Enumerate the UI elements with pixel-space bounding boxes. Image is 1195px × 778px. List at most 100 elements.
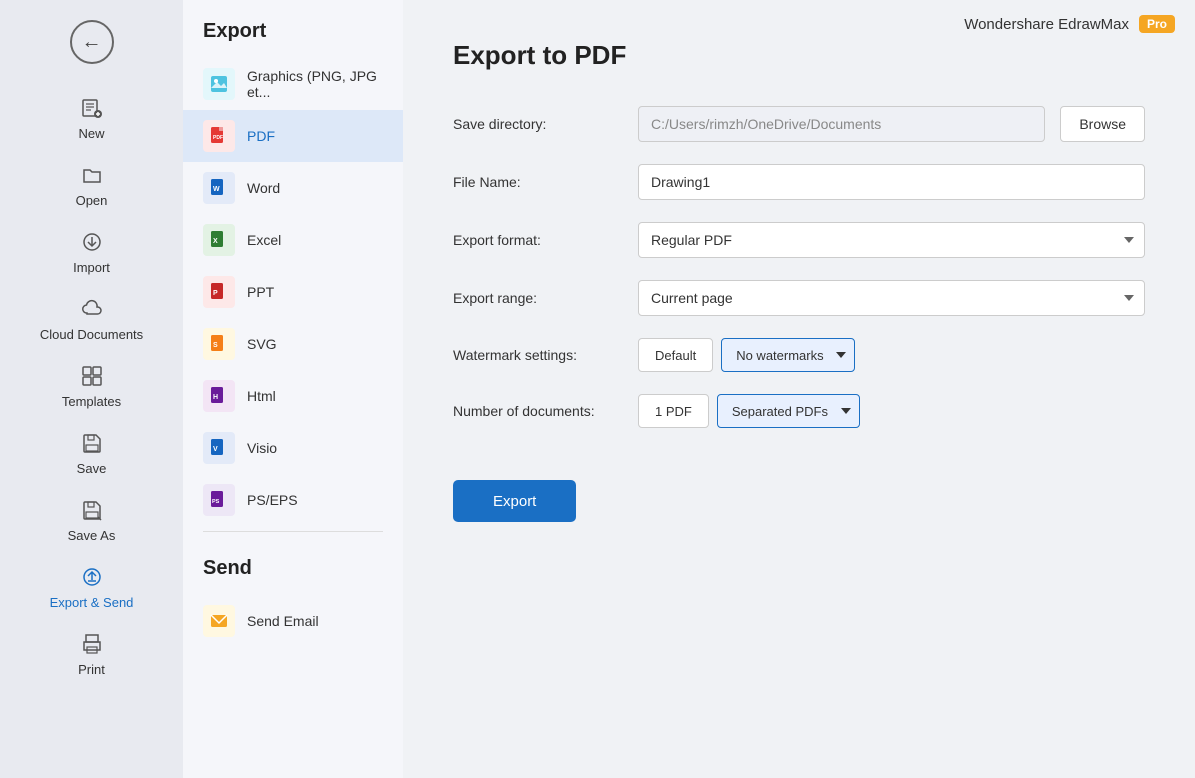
export-item-ps[interactable]: PS PS/EPS	[183, 474, 403, 526]
export-item-ppt[interactable]: P PPT	[183, 266, 403, 318]
sidebar-item-saveas[interactable]: Save As	[0, 486, 183, 553]
svg-text:W: W	[213, 186, 220, 193]
save-icon	[78, 429, 106, 457]
saveas-icon	[78, 496, 106, 524]
export-range-row: Export range: Current page All pages Sel…	[453, 280, 1145, 316]
export-item-word[interactable]: W Word	[183, 162, 403, 214]
sidebar-item-templates[interactable]: Templates	[0, 352, 183, 419]
documents-1pdf-button[interactable]: 1 PDF	[638, 394, 709, 428]
send-section: Send Send Email	[183, 537, 403, 647]
svg-text:H: H	[213, 394, 218, 401]
excel-icon: X	[203, 224, 235, 256]
sidebar-item-saveas-label: Save As	[68, 528, 116, 543]
export-item-graphics[interactable]: Graphics (PNG, JPG et...	[183, 58, 403, 110]
print-icon	[78, 630, 106, 658]
export-button[interactable]: Export	[453, 480, 576, 522]
sidebar-item-cloud-label: Cloud Documents	[40, 327, 143, 342]
save-directory-row: Save directory: Browse	[453, 106, 1145, 142]
pro-badge: Pro	[1139, 15, 1175, 33]
save-directory-input[interactable]	[638, 106, 1045, 142]
ps-icon: PS	[203, 484, 235, 516]
export-item-html[interactable]: H Html	[183, 370, 403, 422]
sidebar-item-open[interactable]: Open	[0, 151, 183, 218]
svg-text:V: V	[213, 446, 218, 453]
sidebar: ← New Open	[0, 0, 183, 778]
save-directory-label: Save directory:	[453, 116, 623, 132]
excel-label: Excel	[247, 232, 281, 248]
sidebar-item-print[interactable]: Print	[0, 620, 183, 687]
svg-text:X: X	[213, 238, 218, 245]
sidebar-item-new-label: New	[78, 126, 104, 141]
email-icon	[203, 605, 235, 637]
import-icon	[78, 228, 106, 256]
file-name-label: File Name:	[453, 174, 623, 190]
svg-text:PS: PS	[212, 499, 220, 505]
watermark-row: Watermark settings: Default No watermark…	[453, 338, 1145, 372]
ppt-icon: P	[203, 276, 235, 308]
graphics-icon	[203, 68, 235, 100]
documents-options: 1 PDF Separated PDFs Single PDF	[638, 394, 860, 428]
word-icon: W	[203, 172, 235, 204]
ppt-label: PPT	[247, 284, 274, 300]
back-button[interactable]: ←	[70, 20, 114, 64]
app-name: Wondershare EdrawMax	[964, 16, 1129, 33]
export-range-select[interactable]: Current page All pages Selected pages	[638, 280, 1145, 316]
send-email-item[interactable]: Send Email	[183, 595, 403, 647]
file-name-row: File Name:	[453, 164, 1145, 200]
word-label: Word	[247, 180, 280, 196]
svg-text:P: P	[213, 290, 218, 297]
sidebar-item-save[interactable]: Save	[0, 419, 183, 486]
templates-icon	[78, 362, 106, 390]
export-item-svg[interactable]: S SVG	[183, 318, 403, 370]
ps-label: PS/EPS	[247, 492, 298, 508]
documents-row: Number of documents: 1 PDF Separated PDF…	[453, 394, 1145, 428]
svg-label: SVG	[247, 336, 277, 352]
svg-text:PDF: PDF	[213, 135, 223, 141]
export-range-label: Export range:	[453, 290, 623, 306]
new-icon	[78, 94, 106, 122]
export-item-pdf[interactable]: PDF PDF	[183, 110, 403, 162]
browse-button[interactable]: Browse	[1060, 106, 1145, 142]
divider	[203, 531, 383, 532]
sidebar-item-print-label: Print	[78, 662, 105, 677]
html-icon: H	[203, 380, 235, 412]
send-panel-title: Send	[183, 537, 403, 595]
export-item-visio[interactable]: V Visio	[183, 422, 403, 474]
sidebar-item-open-label: Open	[76, 193, 108, 208]
export-icon	[78, 563, 106, 591]
app-header: Wondershare EdrawMax Pro	[944, 0, 1195, 48]
sidebar-item-cloud[interactable]: Cloud Documents	[0, 285, 183, 352]
sidebar-item-import-label: Import	[73, 260, 110, 275]
svg-icon: S	[203, 328, 235, 360]
visio-icon: V	[203, 432, 235, 464]
html-label: Html	[247, 388, 276, 404]
sidebar-item-export-label: Export & Send	[50, 595, 134, 610]
watermark-dropdown[interactable]: No watermarks Add watermark	[721, 338, 855, 372]
svg-text:S: S	[213, 342, 218, 349]
file-name-input[interactable]	[638, 164, 1145, 200]
sidebar-item-save-label: Save	[77, 461, 107, 476]
sidebar-item-export[interactable]: Export & Send	[0, 553, 183, 620]
send-email-label: Send Email	[247, 613, 319, 629]
pdf-label: PDF	[247, 128, 275, 144]
watermark-options: Default No watermarks Add watermark	[638, 338, 855, 372]
export-format-row: Export format: Regular PDF PDF/A PDF/X	[453, 222, 1145, 258]
pdf-icon: PDF	[203, 120, 235, 152]
export-panel-title: Export	[183, 20, 403, 58]
open-icon	[78, 161, 106, 189]
documents-label: Number of documents:	[453, 403, 623, 419]
sidebar-item-import[interactable]: Import	[0, 218, 183, 285]
export-list-panel: Export Graphics (PNG, JPG et... PDF PDF	[183, 0, 403, 778]
sidebar-item-templates-label: Templates	[62, 394, 121, 409]
visio-label: Visio	[247, 440, 277, 456]
export-format-label: Export format:	[453, 232, 623, 248]
main-content: Export to PDF Save directory: Browse Fil…	[403, 0, 1195, 778]
watermark-default-button[interactable]: Default	[638, 338, 713, 372]
cloud-icon	[78, 295, 106, 323]
export-format-select[interactable]: Regular PDF PDF/A PDF/X	[638, 222, 1145, 258]
graphics-label: Graphics (PNG, JPG et...	[247, 68, 383, 100]
documents-dropdown[interactable]: Separated PDFs Single PDF	[717, 394, 860, 428]
watermark-label: Watermark settings:	[453, 347, 623, 363]
export-item-excel[interactable]: X Excel	[183, 214, 403, 266]
sidebar-item-new[interactable]: New	[0, 84, 183, 151]
